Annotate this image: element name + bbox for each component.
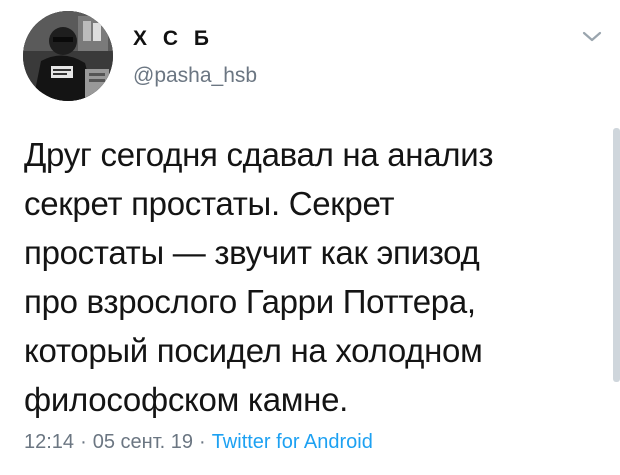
tweet-time[interactable]: 12:14 bbox=[24, 431, 74, 453]
tweet-meta: 12:14 · 05 сент. 19 · Twitter for Android bbox=[24, 431, 373, 454]
tweet-text: Друг сегодня сдавал на анализ секрет про… bbox=[24, 130, 599, 424]
author-handle[interactable]: @pasha_hsb bbox=[133, 64, 257, 88]
tweet-source-link[interactable]: Twitter for Android bbox=[212, 431, 373, 453]
author-display-name[interactable]: Х С Б bbox=[133, 27, 214, 51]
scrollbar[interactable] bbox=[613, 128, 620, 382]
tweet-text-line: секрет простаты. Секрет bbox=[24, 185, 395, 222]
tweet-text-line: простаты — звучит как эпизод bbox=[24, 234, 480, 271]
tweet-card: Х С Б @pasha_hsb Друг сегодня сдавал на … bbox=[0, 0, 620, 475]
meta-separator: · bbox=[80, 431, 87, 453]
avatar-photo bbox=[23, 11, 113, 101]
avatar[interactable] bbox=[23, 11, 113, 101]
tweet-text-line: философском камне. bbox=[24, 381, 349, 418]
tweet-date[interactable]: 05 сент. 19 bbox=[93, 431, 193, 453]
meta-separator: · bbox=[199, 431, 206, 453]
tweet-text-line: который посидел на холодном bbox=[24, 332, 483, 369]
chevron-down-icon[interactable] bbox=[581, 30, 603, 44]
tweet-text-line: про взрослого Гарри Поттера, bbox=[24, 283, 476, 320]
tweet-text-line: Друг сегодня сдавал на анализ bbox=[24, 136, 494, 173]
